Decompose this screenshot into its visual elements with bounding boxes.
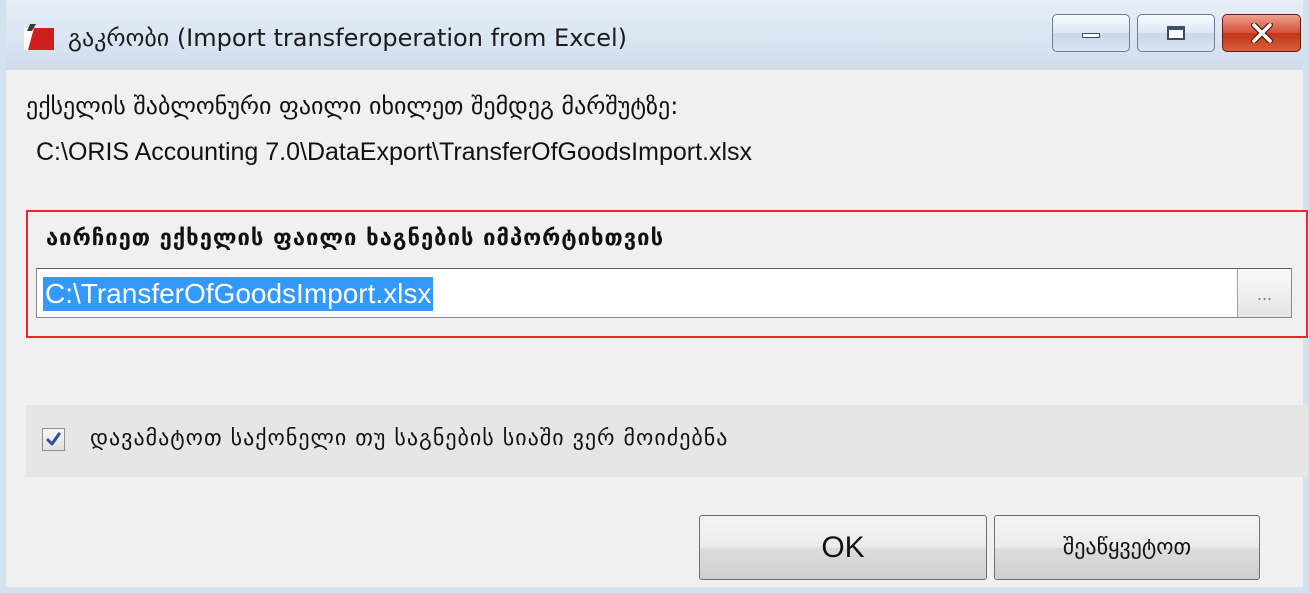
browse-button[interactable]: ... [1237,269,1291,317]
close-button[interactable] [1222,14,1301,52]
restore-icon [1167,26,1185,40]
dialog-body: ექსელის შაბლონური ფაილი იხილეთ შემდეგ მა… [6,70,1308,587]
add-missing-goods-label[interactable]: დავამატოთ საქონელი თუ საგნების სიაში ვერ… [90,426,728,451]
file-select-group: აირჩიეთ ექხელის ფაილი ხაგნების იმპორტიხთ… [26,210,1308,338]
minimize-icon [1082,33,1100,38]
minimize-button[interactable] [1052,14,1130,52]
window-title: გაკრობი (Import transferoperation from E… [68,24,627,52]
checkmark-icon [46,432,61,446]
file-path-value[interactable]: C:\TransferOfGoodsImport.xlsx [43,277,434,311]
ok-button[interactable]: OK [699,515,987,580]
restore-button[interactable] [1137,14,1215,52]
cancel-button[interactable]: შეაწყვეტოთ [994,515,1260,580]
file-select-label: აირჩიეთ ექხელის ფაილი ხაგნების იმპორტიხთ… [46,226,665,251]
app-logo-icon [24,24,54,50]
close-icon [1250,23,1273,43]
file-path-input[interactable]: C:\TransferOfGoodsImport.xlsx ... [36,268,1292,318]
template-path-hint: ექსელის შაბლონური ფაილი იხილეთ შემდეგ მა… [26,92,679,120]
import-dialog-window: გაკრობი (Import transferoperation from E… [0,0,1309,593]
add-missing-goods-option: დავამატოთ საქონელი თუ საგნების სიაში ვერ… [26,405,1308,477]
template-path: C:\ORIS Accounting 7.0\DataExport\Transf… [36,138,753,166]
add-missing-goods-checkbox[interactable] [42,428,65,451]
title-bar[interactable]: გაკრობი (Import transferoperation from E… [6,0,1303,70]
